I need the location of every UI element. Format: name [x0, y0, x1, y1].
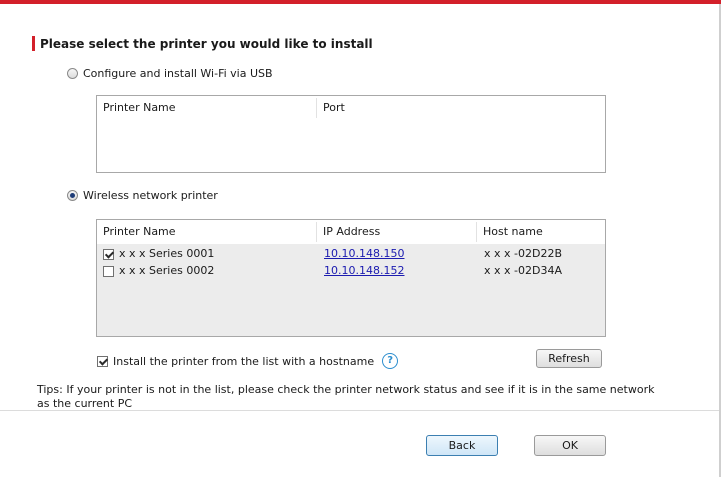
host-name: x x x -02D22B — [484, 247, 562, 260]
printer-select-checkbox[interactable] — [103, 248, 114, 260]
host-name: x x x -02D34A — [484, 264, 562, 277]
footer-divider — [0, 410, 719, 411]
wireless-option[interactable]: Wireless network printer — [67, 189, 218, 202]
table-row[interactable]: x x x Series 0001 10.10.148.150 x x x -0… — [97, 246, 605, 262]
column-header-port[interactable]: Port — [317, 96, 603, 120]
ip-address-link[interactable]: 10.10.148.152 — [324, 263, 404, 279]
wireless-list-header: Printer Name IP Address Host name — [97, 220, 605, 244]
usb-printer-list[interactable]: Printer Name Port — [96, 95, 606, 173]
printer-name-cell: x x x Series 0001 — [103, 246, 214, 262]
column-header-host-name[interactable]: Host name — [477, 220, 603, 244]
hostname-option-label: Install the printer from the list with a… — [113, 354, 375, 368]
wireless-printer-list[interactable]: Printer Name IP Address Host name x x x … — [96, 219, 606, 337]
wireless-radio[interactable] — [67, 190, 78, 201]
printer-name: x x x Series 0002 — [119, 264, 215, 277]
table-row[interactable]: x x x Series 0002 10.10.148.152 x x x -0… — [97, 263, 605, 279]
ip-address-link[interactable]: 10.10.148.150 — [324, 246, 404, 262]
column-header-printer-name[interactable]: Printer Name — [97, 96, 317, 120]
usb-option-label: Configure and install Wi-Fi via USB — [83, 67, 273, 80]
hostname-option[interactable]: Install the printer from the list with a… — [97, 353, 399, 369]
printer-name: x x x Series 0001 — [119, 247, 215, 260]
back-button[interactable]: Back — [426, 435, 498, 456]
hostname-checkbox[interactable] — [97, 355, 108, 367]
printer-select-checkbox[interactable] — [103, 265, 114, 277]
wireless-option-label: Wireless network printer — [83, 189, 218, 202]
column-header-printer-name[interactable]: Printer Name — [97, 220, 317, 244]
usb-list-header: Printer Name Port — [97, 96, 605, 120]
tips-text: Tips: If your printer is not in the list… — [37, 383, 655, 410]
section-heading: Please select the printer you would like… — [32, 36, 373, 51]
page-title: Please select the printer you would like… — [40, 36, 373, 51]
heading-marker — [32, 36, 35, 51]
help-icon[interactable]: ? — [382, 353, 399, 369]
ok-button[interactable]: OK — [534, 435, 606, 456]
printer-name-cell: x x x Series 0002 — [103, 263, 214, 279]
refresh-button[interactable]: Refresh — [536, 349, 602, 368]
usb-radio[interactable] — [67, 68, 78, 79]
column-header-ip-address[interactable]: IP Address — [317, 220, 477, 244]
top-accent-bar — [0, 0, 721, 4]
usb-option[interactable]: Configure and install Wi-Fi via USB — [67, 67, 273, 80]
